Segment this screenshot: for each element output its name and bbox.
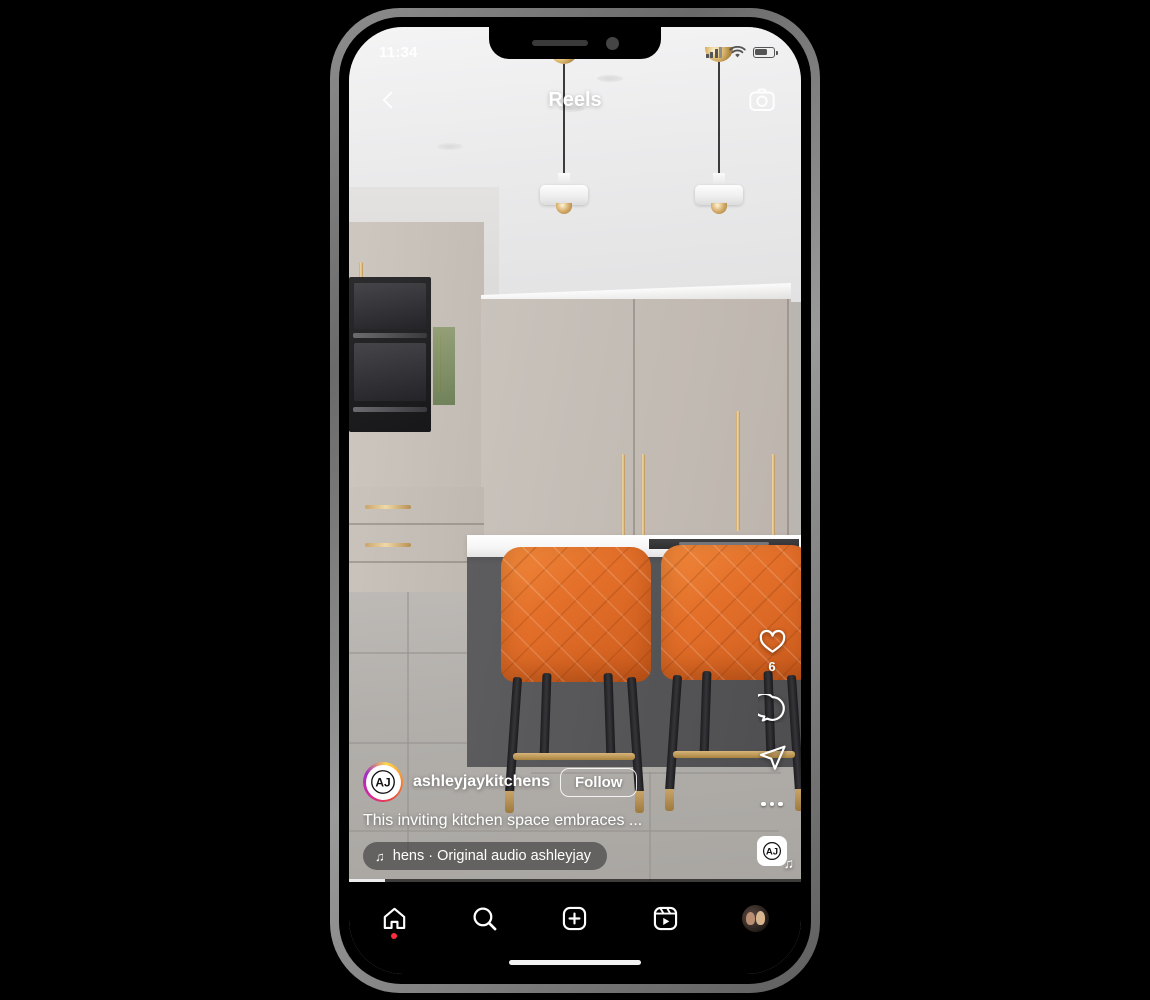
tall-cabinets [481, 299, 791, 559]
audio-ticker-text: hens · Original audio ashleyjay [392, 848, 592, 864]
tab-profile[interactable] [732, 898, 780, 938]
status-time: 11:34 [379, 43, 418, 61]
oven-stack [349, 277, 431, 432]
audio-thumbnail-button[interactable]: AJ ♫ [757, 836, 794, 871]
svg-text:AJ: AJ [766, 847, 778, 858]
audio-thumbnail-icon: AJ ♫ [757, 836, 794, 871]
username[interactable]: ashleyjaykitchens [413, 773, 550, 791]
downlight [437, 143, 463, 150]
comment-bubble-icon [757, 694, 785, 722]
lower-left-drawers [349, 487, 484, 597]
avatar[interactable]: AJ [363, 762, 403, 802]
paper-plane-icon [759, 745, 786, 770]
camera-icon [749, 88, 775, 111]
phone-frame: 11:34 Reels 6 AJ ♫ AJ ashleyjaykitchens … [330, 8, 820, 993]
window-foliage [433, 327, 455, 405]
audio-attribution-pill[interactable]: ♫ hens · Original audio ashleyjay [363, 842, 608, 870]
cabinet-handle [736, 411, 740, 531]
chevron-left-icon [382, 91, 393, 109]
ellipsis-icon [761, 792, 783, 816]
svg-text:AJ: AJ [375, 776, 390, 790]
heart-icon [759, 629, 785, 653]
back-button[interactable] [371, 83, 405, 117]
screenshot-root: 11:34 Reels 6 AJ ♫ AJ ashleyjaykitchens … [0, 0, 1150, 1000]
phone-screen: 11:34 Reels 6 AJ ♫ AJ ashleyjaykitchens … [349, 27, 801, 974]
tab-reels[interactable] [641, 898, 689, 938]
earpiece-speaker [531, 40, 588, 46]
oven-upper [354, 283, 426, 329]
oven-lower [354, 343, 426, 401]
camera-button[interactable] [745, 83, 779, 117]
tab-search[interactable] [461, 898, 509, 938]
home-indicator [509, 960, 641, 965]
user-row: AJ ashleyjaykitchens Follow [363, 762, 787, 802]
music-note-icon: ♫ [783, 855, 795, 871]
tab-create[interactable] [551, 898, 599, 938]
kitchen-scene-image [349, 27, 801, 882]
drawer-line [349, 561, 484, 563]
reel-info: AJ ashleyjaykitchens Follow This invitin… [349, 762, 801, 870]
reels-header: Reels [349, 69, 801, 131]
like-button[interactable]: 6 [758, 627, 787, 674]
tab-home[interactable] [370, 898, 418, 939]
music-note-icon: ♫ [375, 848, 385, 864]
more-options-button[interactable] [761, 792, 783, 816]
cabinet-seam [787, 299, 789, 559]
comment-button[interactable] [757, 694, 787, 723]
home-notification-badge [391, 933, 398, 939]
action-rail: 6 AJ ♫ [757, 627, 794, 871]
oven-trim [353, 407, 427, 412]
share-button[interactable] [758, 743, 787, 772]
like-count: 6 [768, 659, 776, 674]
drawer-handle [365, 543, 411, 547]
search-icon [473, 906, 497, 930]
cabinet-seam [633, 299, 635, 559]
aj-logo-icon: AJ [371, 770, 395, 794]
plus-square-icon [563, 906, 587, 930]
drawer-handle [365, 505, 411, 509]
follow-button[interactable]: Follow [559, 767, 638, 797]
profile-avatar-icon [742, 904, 770, 932]
oven-trim [353, 333, 427, 338]
phone-bezel: 11:34 Reels 6 AJ ♫ AJ ashleyjaykitchens … [339, 17, 811, 984]
notch [489, 27, 661, 59]
signal-bars-icon [705, 46, 722, 58]
aj-logo-icon: AJ [763, 842, 781, 860]
wifi-icon [729, 45, 746, 57]
reels-icon [653, 906, 678, 930]
drawer-line [349, 523, 484, 525]
page-title: Reels [548, 88, 602, 111]
front-camera-icon [605, 36, 619, 50]
home-icon [383, 907, 405, 929]
reel-caption[interactable]: This inviting kitchen space embraces ... [363, 812, 787, 830]
battery-icon [753, 46, 778, 58]
